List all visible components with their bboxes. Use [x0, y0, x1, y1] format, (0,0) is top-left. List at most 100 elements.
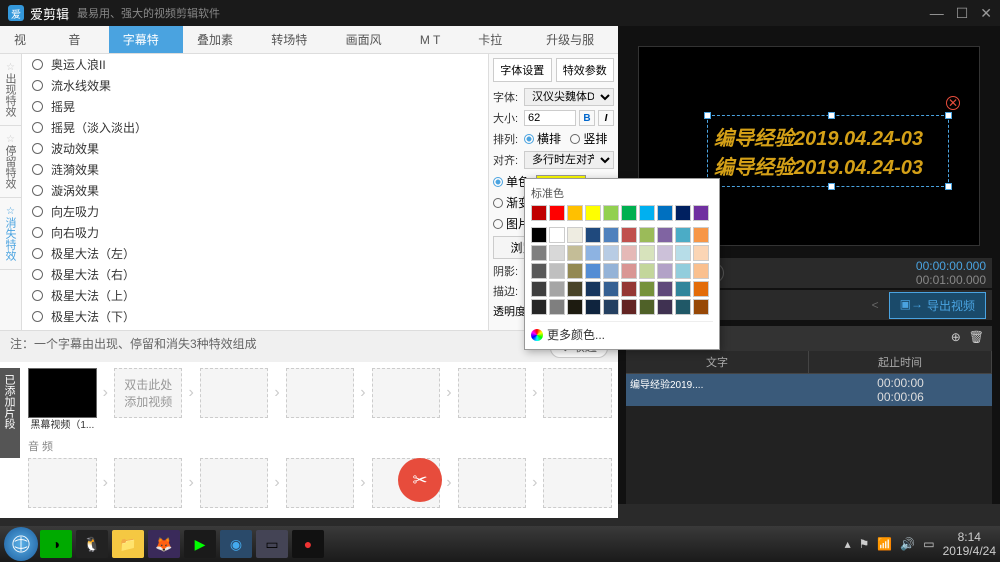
sidetab-1[interactable]: ☆停留特效	[0, 126, 21, 198]
color-swatch-cell[interactable]	[531, 205, 547, 221]
radio-solid-color[interactable]	[493, 177, 503, 187]
taskbar-app-3[interactable]: 📁	[112, 530, 144, 558]
effect-item[interactable]: 流水线效果	[22, 75, 488, 96]
tab-0[interactable]: 视 频	[0, 26, 54, 53]
color-swatch-cell[interactable]	[657, 245, 673, 261]
color-swatch-cell[interactable]	[603, 263, 619, 279]
align-select[interactable]: 多行时左对齐	[524, 151, 614, 169]
taskbar-app-8[interactable]: ●	[292, 530, 324, 558]
close-button[interactable]: ✕	[980, 5, 992, 22]
color-swatch-cell[interactable]	[621, 205, 637, 221]
color-swatch-cell[interactable]	[549, 281, 565, 297]
italic-button[interactable]: I	[598, 110, 614, 126]
tray-up-icon[interactable]: ▴	[845, 537, 851, 551]
color-swatch-cell[interactable]	[621, 263, 637, 279]
color-swatch-cell[interactable]	[567, 245, 583, 261]
color-swatch-cell[interactable]	[693, 263, 709, 279]
clip-empty-slot[interactable]	[114, 458, 183, 508]
taskbar-app-1[interactable]: ◑	[40, 530, 72, 558]
subtitle-list-row[interactable]: 编导经验2019.... 00:00:0000:00:06	[626, 374, 992, 406]
color-swatch-cell[interactable]	[675, 245, 691, 261]
color-swatch-cell[interactable]	[603, 299, 619, 315]
color-swatch-cell[interactable]	[531, 245, 547, 261]
color-swatch-cell[interactable]	[675, 281, 691, 297]
cut-button[interactable]: ✂	[398, 458, 442, 502]
color-swatch-cell[interactable]	[549, 299, 565, 315]
effect-list[interactable]: 奥运人浪II流水线效果摇晃摇晃（淡入淡出）波动效果涟漪效果漩涡效果向左吸力向右吸…	[22, 54, 488, 330]
color-swatch-cell[interactable]	[567, 263, 583, 279]
sidetab-2[interactable]: ☆消失特效	[0, 198, 21, 270]
effect-item[interactable]: 极星大法（上）	[22, 285, 488, 306]
tray-network-icon[interactable]: 📶	[877, 537, 892, 551]
color-swatch-cell[interactable]	[567, 299, 583, 315]
color-swatch-cell[interactable]	[639, 281, 655, 297]
color-swatch-cell[interactable]	[621, 245, 637, 261]
taskbar-app-6[interactable]: ◉	[220, 530, 252, 558]
color-swatch-cell[interactable]	[675, 263, 691, 279]
color-swatch-cell[interactable]	[549, 205, 565, 221]
size-input[interactable]	[524, 110, 576, 126]
color-swatch-cell[interactable]	[621, 299, 637, 315]
tab-7[interactable]: 卡拉OK	[464, 26, 532, 53]
color-swatch-cell[interactable]	[675, 299, 691, 315]
effect-item[interactable]: 极星大法（下）	[22, 306, 488, 327]
color-swatch-cell[interactable]	[603, 205, 619, 221]
effect-item[interactable]: 波动效果	[22, 138, 488, 159]
export-video-button[interactable]: ▣→导出视频	[889, 292, 986, 319]
effect-item[interactable]: 漩涡效果	[22, 180, 488, 201]
clip-empty-slot[interactable]	[286, 458, 355, 508]
delete-subtitle-icon[interactable]: ✕	[946, 96, 960, 110]
color-swatch-cell[interactable]	[639, 245, 655, 261]
color-swatch-cell[interactable]	[693, 245, 709, 261]
color-swatch-cell[interactable]	[639, 263, 655, 279]
effect-item[interactable]: 摇晃（淡入淡出）	[22, 117, 488, 138]
clip-empty-slot[interactable]	[200, 458, 269, 508]
tab-2[interactable]: 字幕特效	[109, 26, 183, 53]
clip-empty-slot[interactable]	[458, 368, 527, 418]
start-button[interactable]	[4, 527, 38, 561]
color-swatch-cell[interactable]	[693, 205, 709, 221]
color-swatch-cell[interactable]	[693, 299, 709, 315]
more-colors-button[interactable]: 更多颜色...	[531, 321, 713, 343]
bold-button[interactable]: B	[579, 110, 595, 126]
color-swatch-cell[interactable]	[657, 263, 673, 279]
tray-flag-icon[interactable]: ⚑	[859, 537, 870, 551]
color-swatch-cell[interactable]	[603, 245, 619, 261]
subtitle-bounding-box[interactable]: ✕ 编导经验2019.04.24-03 编导经验2019.04.24-03	[707, 115, 949, 187]
color-swatch-cell[interactable]	[657, 205, 673, 221]
color-swatch-cell[interactable]	[549, 227, 565, 243]
color-swatch-cell[interactable]	[531, 299, 547, 315]
tray-volume-icon[interactable]: 🔊	[900, 537, 915, 551]
color-swatch-cell[interactable]	[621, 227, 637, 243]
taskbar-app-2[interactable]: 🐧	[76, 530, 108, 558]
radio-vertical[interactable]	[570, 134, 580, 144]
tab-font-settings[interactable]: 字体设置	[493, 58, 552, 82]
color-swatch-cell[interactable]	[657, 227, 673, 243]
share-icon[interactable]: <	[872, 298, 879, 312]
color-swatch-cell[interactable]	[531, 263, 547, 279]
color-swatch-cell[interactable]	[549, 245, 565, 261]
tab-4[interactable]: 转场特效	[257, 26, 331, 53]
color-swatch-cell[interactable]	[639, 227, 655, 243]
color-swatch-cell[interactable]	[531, 281, 547, 297]
color-swatch-cell[interactable]	[567, 227, 583, 243]
color-swatch-cell[interactable]	[657, 299, 673, 315]
color-swatch-cell[interactable]	[603, 281, 619, 297]
effect-item[interactable]: 奥运人浪II	[22, 54, 488, 75]
color-swatch-cell[interactable]	[657, 281, 673, 297]
color-swatch-cell[interactable]	[585, 263, 601, 279]
color-swatch-cell[interactable]	[585, 299, 601, 315]
color-swatch-cell[interactable]	[639, 205, 655, 221]
tab-3[interactable]: 叠加素材	[183, 26, 257, 53]
effect-item[interactable]: 向右吸力	[22, 222, 488, 243]
color-swatch-cell[interactable]	[585, 227, 601, 243]
effect-item[interactable]: 极星大法（右）	[22, 264, 488, 285]
tab-effect-params[interactable]: 特效参数	[556, 58, 615, 82]
taskbar-app-4[interactable]: 🦊	[148, 530, 180, 558]
effect-item[interactable]: 摇晃	[22, 96, 488, 117]
color-swatch-cell[interactable]	[693, 281, 709, 297]
clip-empty-slot[interactable]	[543, 458, 612, 508]
clip-empty-slot[interactable]	[372, 368, 441, 418]
color-swatch-cell[interactable]	[585, 205, 601, 221]
color-swatch-cell[interactable]	[675, 227, 691, 243]
